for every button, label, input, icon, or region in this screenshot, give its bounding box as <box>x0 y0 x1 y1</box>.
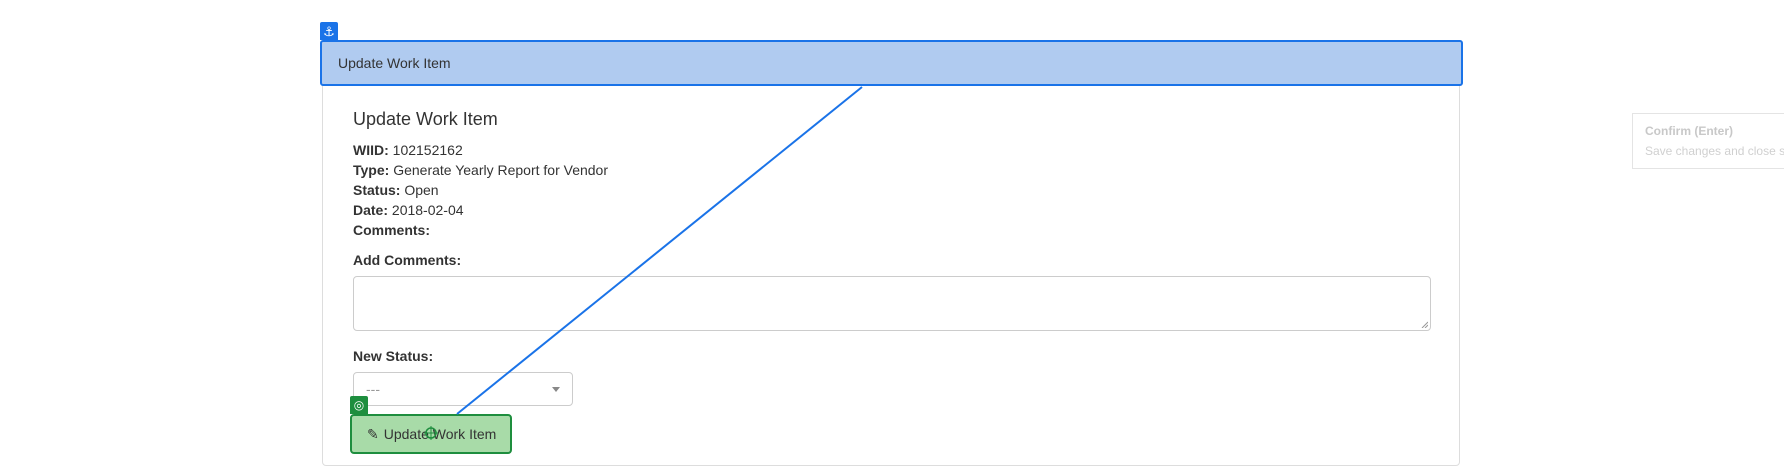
new-status-label: New Status: <box>353 348 434 364</box>
detail-date: Date: 2018-02-04 <box>353 200 1431 220</box>
add-comments-label: Add Comments: <box>353 252 462 268</box>
detail-label: Comments: <box>353 222 431 238</box>
pencil-icon: ✎ <box>367 425 379 442</box>
detail-value: 2018-02-04 <box>391 202 464 218</box>
chevron-down-icon <box>552 387 560 392</box>
detail-comments: Comments: <box>353 220 1431 240</box>
panel-body: Update Work Item WIID: 102152162 Type: G… <box>353 102 1431 406</box>
detail-value: 102152162 <box>392 142 463 158</box>
detail-wiid: WIID: 102152162 <box>353 140 1431 160</box>
anchor-icon: ⚓ <box>320 22 338 40</box>
confirm-tooltip: Confirm (Enter) Save changes and close s… <box>1632 113 1784 169</box>
new-status-selected: --- <box>366 381 380 397</box>
add-comments-textarea[interactable] <box>353 276 1431 331</box>
tooltip-title: Confirm (Enter) <box>1645 124 1733 138</box>
detail-type: Type: Generate Yearly Report for Vendor <box>353 160 1431 180</box>
panel-heading: Update Work Item <box>320 40 1463 86</box>
update-button-label: Update Work Item <box>383 426 497 442</box>
page-title: Update Work Item <box>353 109 498 129</box>
detail-status: Status: Open <box>353 180 1431 200</box>
detail-label: Date: <box>353 202 389 218</box>
detail-value: Open <box>404 182 439 198</box>
panel-heading-title: Update Work Item <box>338 55 451 71</box>
new-status-select[interactable]: --- <box>353 372 573 406</box>
detail-label: Type: <box>353 162 390 178</box>
tooltip-text: Save changes and close se <box>1645 144 1784 158</box>
resize-grip-icon[interactable] <box>1421 321 1428 328</box>
detail-label: WIID: <box>353 142 389 158</box>
detail-value: Generate Yearly Report for Vendor <box>393 162 609 178</box>
update-work-item-button[interactable]: ✎ Update Work Item <box>350 414 512 454</box>
target-icon: ◎ <box>350 396 368 414</box>
detail-label: Status: <box>353 182 401 198</box>
